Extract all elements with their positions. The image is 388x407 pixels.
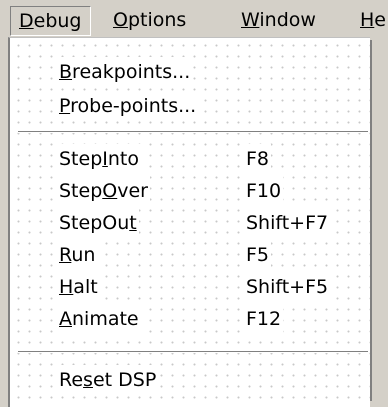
- menu-window-accel: W: [241, 9, 260, 31]
- menu-separator: [18, 131, 368, 133]
- menu-debug-accel: D: [19, 10, 34, 32]
- menu-shadow: [370, 40, 372, 401]
- menu-item-run[interactable]: Run F5: [10, 240, 364, 270]
- menu-window-label: indow: [259, 9, 316, 31]
- menu-item-shortcut: F5: [246, 240, 272, 270]
- menu-item-step-out[interactable]: StepOut Shift+F7: [10, 208, 364, 238]
- menu-item-halt[interactable]: Halt Shift+F5: [10, 272, 364, 302]
- menu-help-label: e: [374, 9, 386, 31]
- menu-bar: Debug Options Window He: [0, 0, 388, 40]
- menu-window[interactable]: Window: [233, 6, 324, 34]
- menu-item-label: Run: [59, 240, 98, 270]
- menu-debug-label: ebug: [33, 10, 82, 32]
- menu-item-label: StepInto: [59, 144, 141, 174]
- menu-item-label: StepOut: [59, 208, 139, 238]
- menu-separator: [18, 351, 368, 353]
- menu-item-animate[interactable]: Animate F12: [10, 304, 364, 334]
- menu-debug[interactable]: Debug: [10, 6, 91, 36]
- menu-item-shortcut: F8: [246, 144, 272, 174]
- menu-item-shortcut: Shift+F5: [246, 272, 331, 302]
- debug-dropdown-menu: Breakpoints... Probe-points... StepInto …: [8, 37, 370, 407]
- menu-item-shortcut: F12: [246, 304, 284, 334]
- menu-item-label: Probe-points...: [59, 91, 199, 121]
- menu-options[interactable]: Options: [105, 6, 194, 34]
- menu-item-probe-points[interactable]: Probe-points...: [10, 91, 364, 121]
- menu-help-accel: H: [360, 9, 375, 31]
- menu-item-label: Reset DSP: [59, 365, 159, 395]
- menu-item-label: Animate: [59, 304, 141, 334]
- menu-item-breakpoints[interactable]: Breakpoints...: [10, 57, 364, 87]
- menu-options-accel: O: [113, 9, 128, 31]
- menu-item-reset-dsp[interactable]: Reset DSP: [10, 365, 364, 395]
- menu-help[interactable]: He: [352, 6, 388, 34]
- menu-item-shortcut: Shift+F7: [246, 208, 331, 238]
- menu-item-step-over[interactable]: StepOver F10: [10, 176, 364, 206]
- menu-item-step-into[interactable]: StepInto F8: [10, 144, 364, 174]
- menu-options-label: ptions: [127, 9, 187, 31]
- menu-item-label: Halt: [59, 272, 100, 302]
- menu-item-label: StepOver: [59, 176, 150, 206]
- menu-item-label: Breakpoints...: [59, 57, 193, 87]
- menu-item-shortcut: F10: [246, 176, 284, 206]
